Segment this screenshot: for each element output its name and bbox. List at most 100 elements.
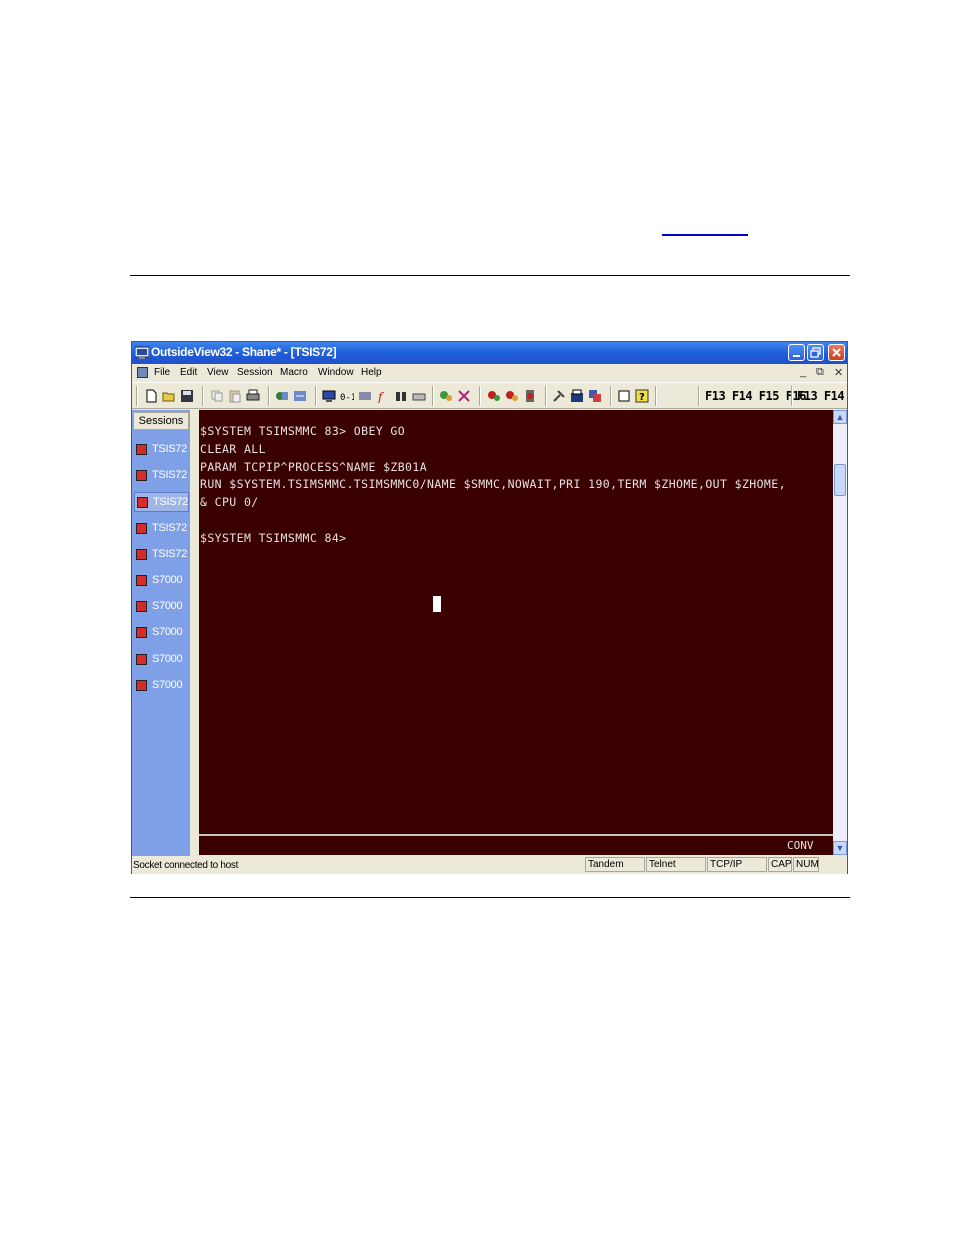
session-item[interactable]: TSIS72: [134, 519, 189, 539]
toolbar-grip: [136, 386, 138, 406]
scroll-down-button[interactable]: ▼: [833, 841, 847, 855]
session-label: S7000: [152, 574, 183, 586]
function-keys-f13-f14[interactable]: F13 F14: [797, 389, 845, 403]
transfer-icon[interactable]: [293, 389, 307, 403]
sessions-header[interactable]: Sessions: [133, 412, 189, 430]
session-item[interactable]: S7000: [134, 623, 189, 643]
session-computer-icon: [136, 444, 147, 455]
session-item[interactable]: S7000: [134, 650, 189, 670]
session-label: TSIS72: [152, 443, 187, 455]
toolbar-separator: [432, 386, 434, 406]
toolbar-separator: [315, 386, 317, 406]
function-icon[interactable]: f: [376, 389, 390, 403]
script-run-icon[interactable]: [505, 389, 519, 403]
mdi-restore-icon[interactable]: ⧉: [816, 366, 824, 379]
session-item[interactable]: TSIS72: [134, 545, 189, 565]
menu-edit[interactable]: Edit: [180, 367, 197, 378]
record-macro-icon[interactable]: [439, 389, 453, 403]
terminal-line: & CPU 0/: [200, 495, 259, 510]
session-computer-icon: [136, 575, 147, 586]
toolbar-separator: [655, 386, 657, 406]
play-macro-icon[interactable]: [457, 389, 471, 403]
session-computer-icon: [136, 653, 147, 665]
restore-button[interactable]: [807, 344, 824, 361]
session-label: S7000: [152, 626, 183, 639]
status-panel-host-type: Tandem: [585, 857, 645, 872]
vertical-scrollbar[interactable]: ▲ ▼: [833, 410, 847, 855]
connect-icon[interactable]: [275, 389, 289, 403]
session-item[interactable]: S7000: [134, 597, 189, 617]
status-panel-caps: CAP: [768, 857, 792, 872]
svg-text:0-1: 0-1: [340, 393, 354, 403]
session-item[interactable]: TSIS72: [134, 466, 189, 486]
bottom-divider: [130, 897, 850, 898]
terminal-line: $SYSTEM TSIMSMMC 84>: [200, 530, 347, 545]
mdi-minimize-icon[interactable]: _: [800, 366, 806, 378]
menu-session[interactable]: Session: [237, 367, 273, 378]
checkbox-icon[interactable]: [617, 389, 631, 403]
settings-icon[interactable]: [588, 389, 602, 403]
svg-text:f: f: [377, 390, 385, 403]
binary-icon[interactable]: 0-1: [340, 389, 354, 403]
menu-macro[interactable]: Macro: [280, 367, 308, 378]
session-computer-icon: [137, 497, 148, 509]
save-icon[interactable]: [180, 389, 194, 403]
minimize-button[interactable]: [788, 344, 805, 361]
binoculars-icon[interactable]: [394, 389, 408, 403]
session-computer-icon: [136, 679, 147, 691]
session-computer-icon: [136, 470, 147, 482]
menu-file[interactable]: File: [154, 367, 170, 378]
toolbar-separator: [268, 386, 270, 406]
open-folder-icon[interactable]: [162, 389, 176, 403]
tools-icon[interactable]: [552, 389, 566, 403]
toolbar-separator: [545, 386, 547, 406]
terminal-screen[interactable]: $SYSTEM TSIMSMMC 83> OBEY GO CLEAR ALL PAR…: [199, 410, 833, 855]
print-icon[interactable]: [246, 389, 260, 403]
session-item[interactable]: S7000: [134, 676, 189, 696]
session-label: S7000: [152, 600, 183, 613]
script-edit-icon[interactable]: [523, 389, 537, 403]
session-label: S7000: [152, 678, 183, 691]
session-computer-icon: [136, 601, 147, 613]
window-title: OutsideView32 - Shane* - [TSIS72]: [151, 345, 337, 359]
status-panel-protocol: Telnet: [646, 857, 706, 872]
session-label: TSIS72: [152, 547, 187, 560]
new-file-icon[interactable]: [144, 389, 158, 403]
toolbar-separator: [698, 386, 700, 406]
title-bar[interactable]: OutsideView32 - Shane* - [TSIS72]: [132, 342, 847, 364]
menu-view[interactable]: View: [207, 367, 229, 378]
scroll-thumb[interactable]: [834, 464, 846, 496]
status-bar: Socket connected to host Tandem Telnet T…: [132, 856, 847, 874]
top-divider: [130, 275, 850, 276]
help-icon[interactable]: ?: [635, 389, 649, 403]
document-link-underline[interactable]: [662, 234, 748, 236]
connection-status-message: Socket connected to host: [133, 860, 239, 871]
terminal-mode-status: CONV: [787, 839, 814, 852]
status-panel-numlock: NUM: [793, 857, 819, 872]
ascii-icon[interactable]: [358, 389, 372, 403]
toolbar-separator: [202, 386, 204, 406]
toolbar-separator: [791, 386, 793, 406]
close-button[interactable]: [828, 344, 845, 361]
toolbar: 0-1 f ? F13 F14 F15 F16 F13 F14: [132, 382, 847, 409]
terminal-status-divider: [199, 834, 833, 836]
copy-icon[interactable]: [210, 389, 224, 403]
keyboard-icon[interactable]: [412, 389, 426, 403]
menu-help[interactable]: Help: [361, 367, 382, 378]
paste-icon[interactable]: [228, 389, 242, 403]
toolbar-separator: [479, 386, 481, 406]
mdi-close-icon[interactable]: ✕: [834, 366, 843, 379]
session-item[interactable]: TSIS72: [134, 492, 189, 513]
terminal-line: RUN $SYSTEM.TSIMSMMC.TSIMSMMC0/NAME $SMM…: [200, 477, 786, 492]
document-menu-icon[interactable]: [137, 367, 148, 378]
session-item[interactable]: S7000: [134, 571, 189, 591]
scroll-up-button[interactable]: ▲: [833, 410, 847, 424]
sessions-sidebar: Sessions TSIS72 TSIS72 TSIS72 TSIS72 TSIS72 S…: [132, 410, 192, 856]
script-icon[interactable]: [487, 389, 501, 403]
menu-window[interactable]: Window: [318, 367, 354, 378]
session-computer-icon: [136, 548, 147, 560]
capture-icon[interactable]: [570, 389, 584, 403]
session-label: S7000: [152, 652, 183, 665]
monitor-icon[interactable]: [322, 389, 336, 403]
session-item[interactable]: TSIS72: [134, 440, 189, 460]
